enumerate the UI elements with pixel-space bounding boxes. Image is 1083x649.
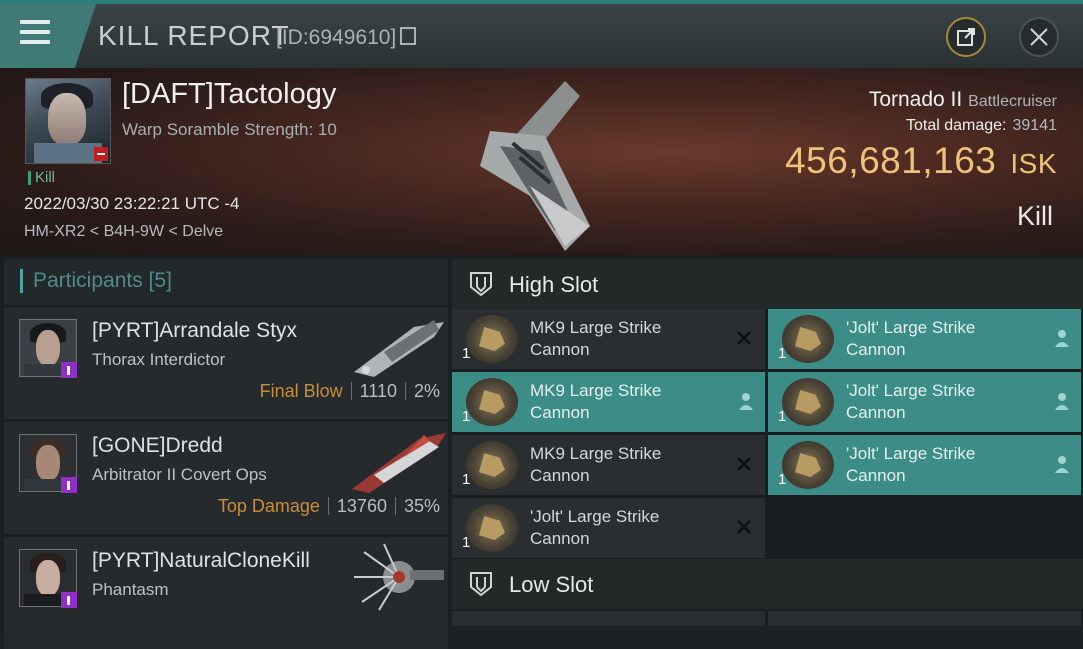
top-bar: KILL REPORT [ID:6949610] xyxy=(0,0,1083,68)
module-item[interactable]: 1 MK9 Large Strike Cannon xyxy=(452,435,765,495)
standing-badge-icon xyxy=(94,147,108,161)
victim-hero: [DAFT]Tactology Warp Soramble Strength: … xyxy=(0,68,1083,255)
module-name: 'Jolt' Large Strike Cannon xyxy=(846,318,976,359)
participants-header[interactable]: Participants [5] xyxy=(4,259,448,305)
module-item[interactable]: 1 'Jolt' Large Strike Cannon xyxy=(452,498,765,558)
module-qty: 1 xyxy=(462,534,471,551)
participant-stats: Top Damage 13760 35% xyxy=(218,496,440,517)
participant-ship: Arbitrator II Covert Ops xyxy=(92,465,267,484)
kill-tag: Kill xyxy=(28,170,55,185)
participant-stats: Final Blow 1110 2% xyxy=(260,381,440,402)
strike-cannon-icon xyxy=(782,441,834,489)
participant-percent: 35% xyxy=(403,496,440,516)
kill-id[interactable]: [ID:6949610] xyxy=(276,26,417,50)
close-icon xyxy=(1030,28,1048,46)
module-name: MK9 Large Strike Cannon xyxy=(530,318,662,359)
share-button[interactable] xyxy=(946,17,986,57)
person-icon xyxy=(1055,456,1069,473)
module-item[interactable]: 1 MK9 Large Strike Cannon xyxy=(452,309,765,369)
module-qty: 1 xyxy=(462,408,471,425)
module-name: 'Jolt' Large Strike Cannon xyxy=(846,381,976,422)
participant-name: [PYRT]Arrandale Styx xyxy=(92,319,298,342)
participant-damage: 1110 xyxy=(359,381,397,401)
kill-timestamp: 2022/03/30 23:22:21 UTC -4 xyxy=(24,194,240,213)
participant-percent: 2% xyxy=(413,381,440,401)
victim-name[interactable]: [DAFT]Tactology xyxy=(122,78,336,111)
corp-badge-icon xyxy=(61,362,77,378)
strike-cannon-icon xyxy=(466,378,518,426)
fitting-panel: High Slot 1 MK9 Large Strike Cannon 1 'J… xyxy=(452,255,1083,626)
victim-ship-name[interactable]: Tornado II Battlecruiser xyxy=(869,88,1057,112)
participant-row[interactable]: [PYRT]Arrandale Styx Thorax Interdictor … xyxy=(4,307,448,419)
x-icon xyxy=(737,457,751,471)
low-slot-label: Low Slot xyxy=(509,572,594,597)
module-qty: 1 xyxy=(778,345,787,362)
x-icon xyxy=(737,520,751,534)
kill-location[interactable]: HM-XR2 < B4H-9W < Delve xyxy=(24,223,223,241)
module-qty: 1 xyxy=(462,345,471,362)
strike-cannon-icon xyxy=(782,378,834,426)
participant-ship: Phantasm xyxy=(92,580,169,599)
module-item[interactable] xyxy=(768,611,1081,626)
module-qty: 1 xyxy=(778,471,787,488)
hamburger-menu-icon[interactable] xyxy=(20,20,50,44)
person-icon xyxy=(1055,393,1069,410)
module-qty: 1 xyxy=(778,408,787,425)
result-label: Kill xyxy=(1016,201,1053,231)
high-slot-label: High Slot xyxy=(509,272,599,297)
strike-cannon-icon xyxy=(782,315,834,363)
module-name: 'Jolt' Large Strike Cannon xyxy=(530,507,660,548)
victim-subtitle: Warp Soramble Strength: 10 xyxy=(122,120,337,139)
high-slot-header: High Slot xyxy=(452,259,1083,309)
module-item[interactable]: 1 'Jolt' Large Strike Cannon xyxy=(768,435,1081,495)
participant-ship-image xyxy=(352,433,446,493)
module-item[interactable] xyxy=(452,611,765,626)
participant-row[interactable]: [GONE]Dredd Arbitrator II Covert Ops Top… xyxy=(4,422,448,534)
person-icon xyxy=(1055,330,1069,347)
low-slot-header: Low Slot xyxy=(452,559,1083,609)
participants-title: Participants [5] xyxy=(20,269,172,293)
isk-amount: 456,681,163 xyxy=(785,140,997,181)
ship-name: Tornado II xyxy=(868,88,963,111)
participant-name: [GONE]Dredd xyxy=(92,434,223,457)
module-name: MK9 Large Strike Cannon xyxy=(530,381,662,422)
strike-cannon-icon xyxy=(466,441,518,489)
strike-cannon-icon xyxy=(466,504,518,552)
shield-slot-icon xyxy=(470,572,492,597)
top-damage-tag: Top Damage xyxy=(217,496,320,516)
person-icon xyxy=(739,393,753,410)
participant-damage: 13760 xyxy=(336,496,387,516)
external-link-icon xyxy=(957,28,975,46)
module-name: 'Jolt' Large Strike Cannon xyxy=(846,444,976,485)
total-damage: Total damage: 39141 xyxy=(906,117,1057,135)
victim-ship-image[interactable] xyxy=(470,76,610,256)
total-damage-label: Total damage: xyxy=(905,117,1007,134)
x-icon xyxy=(737,331,751,345)
ship-class: Battlecruiser xyxy=(968,93,1057,110)
shield-slot-icon xyxy=(470,272,492,297)
module-name: MK9 Large Strike Cannon xyxy=(530,444,662,485)
corp-badge-icon xyxy=(61,592,77,608)
module-item[interactable]: 1 'Jolt' Large Strike Cannon xyxy=(768,309,1081,369)
participant-ship: Thorax Interdictor xyxy=(92,350,226,369)
copy-icon[interactable] xyxy=(400,27,417,45)
isk-unit: ISK xyxy=(1010,148,1057,179)
page-title: KILL REPORT xyxy=(98,20,290,51)
participant-ship-image xyxy=(354,320,444,377)
participants-panel: Participants [5] [PYRT]Arrandale Styx Th… xyxy=(0,255,450,649)
total-damage-value: 39141 xyxy=(1012,117,1058,134)
strike-cannon-icon xyxy=(466,315,518,363)
module-item[interactable]: 1 'Jolt' Large Strike Cannon xyxy=(768,372,1081,432)
close-button[interactable] xyxy=(1019,17,1059,57)
corp-badge-icon xyxy=(61,477,77,493)
participant-name: [PYRT]NaturalCloneKill xyxy=(92,549,310,572)
module-qty: 1 xyxy=(462,471,471,488)
menu-button[interactable] xyxy=(0,4,96,68)
kill-id-text: [ID:6949610] xyxy=(276,26,397,49)
participant-row[interactable]: [PYRT]NaturalCloneKill Phantasm xyxy=(4,537,448,649)
final-blow-tag: Final Blow xyxy=(259,381,343,401)
module-item[interactable]: 1 MK9 Large Strike Cannon xyxy=(452,372,765,432)
participant-ship-image xyxy=(354,543,444,611)
isk-value: 456,681,163 ISK xyxy=(785,140,1057,182)
